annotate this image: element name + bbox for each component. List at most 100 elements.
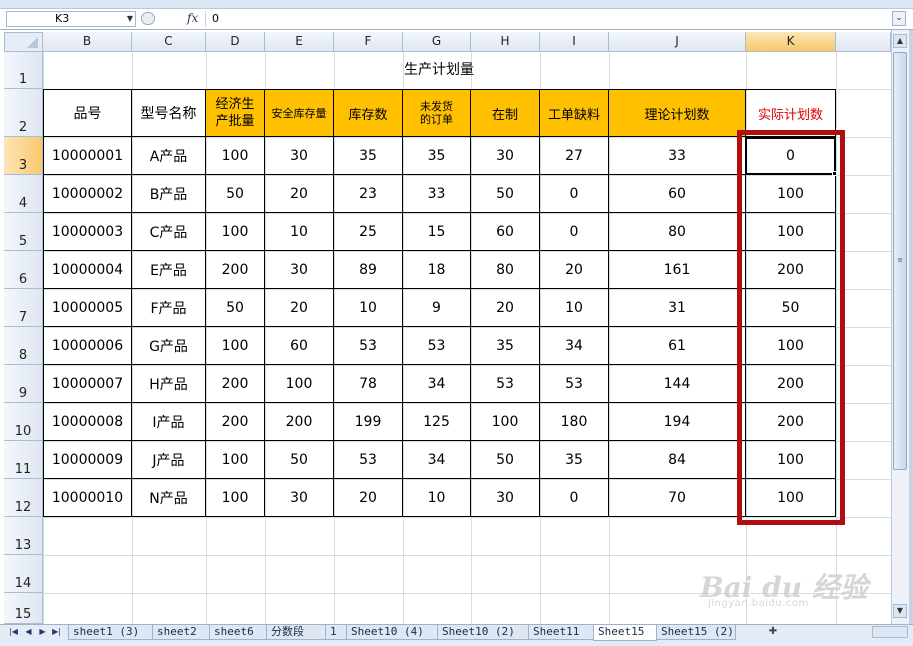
scroll-down-icon[interactable]: ▼ — [893, 604, 907, 618]
table-cell[interactable]: 33 — [609, 137, 746, 175]
table-cell[interactable]: 53 — [540, 365, 609, 403]
table-cell[interactable]: 23 — [334, 175, 403, 213]
table-cell[interactable]: 9 — [403, 289, 471, 327]
row-header-3[interactable]: 3 — [4, 137, 43, 175]
table-cell[interactable]: E产品 — [132, 251, 206, 289]
table-cell[interactable]: 100 — [265, 365, 334, 403]
row-header-10[interactable]: 10 — [4, 403, 43, 441]
table-cell[interactable]: 18 — [403, 251, 471, 289]
table-cell[interactable]: 50 — [206, 175, 265, 213]
table-cell[interactable]: 61 — [609, 327, 746, 365]
column-header-g[interactable]: G — [403, 32, 471, 52]
column-header-d[interactable]: D — [206, 32, 265, 52]
table-cell[interactable]: 15 — [403, 213, 471, 251]
table-cell[interactable]: 35 — [403, 137, 471, 175]
sheet-tab[interactable]: Sheet11 — [528, 625, 594, 640]
table-cell[interactable]: 199 — [334, 403, 403, 441]
header-eoq[interactable]: 经济生 产批量 — [206, 89, 265, 137]
table-cell[interactable]: 20 — [540, 251, 609, 289]
sheet-tab[interactable]: Sheet15 (2) — [656, 625, 736, 640]
header-in-process[interactable]: 在制 — [471, 89, 540, 137]
table-cell[interactable]: 100 — [206, 479, 265, 517]
table-cell[interactable]: 10 — [334, 289, 403, 327]
row-header-13[interactable]: 13 — [4, 517, 43, 555]
table-cell[interactable]: 100 — [206, 327, 265, 365]
prev-sheet-icon[interactable]: ◀ — [23, 626, 34, 638]
cancel-icon[interactable] — [141, 12, 155, 25]
table-cell[interactable]: F产品 — [132, 289, 206, 327]
sheet-tab[interactable]: Sheet15 — [593, 625, 657, 641]
row-header-4[interactable]: 4 — [4, 175, 43, 213]
table-cell[interactable]: 100 — [206, 213, 265, 251]
sheet-tab[interactable]: 1 — [325, 625, 347, 640]
column-header-e[interactable]: E — [265, 32, 334, 52]
table-cell[interactable]: 30 — [265, 251, 334, 289]
table-cell[interactable]: 10000007 — [43, 365, 132, 403]
table-cell[interactable]: 30 — [265, 137, 334, 175]
table-cell[interactable]: J产品 — [132, 441, 206, 479]
table-cell[interactable]: 10000006 — [43, 327, 132, 365]
table-cell[interactable]: 34 — [540, 327, 609, 365]
table-cell[interactable]: 34 — [403, 365, 471, 403]
column-header-k[interactable]: K — [746, 32, 836, 52]
row-header-8[interactable]: 8 — [4, 327, 43, 365]
name-box[interactable]: K3 ▼ — [6, 11, 136, 27]
sheet-tab[interactable]: Sheet10 (2) — [437, 625, 529, 640]
table-cell[interactable]: 70 — [609, 479, 746, 517]
sheet-tab[interactable]: sheet1 (3) — [68, 625, 153, 640]
table-cell[interactable]: 53 — [334, 441, 403, 479]
table-cell[interactable]: 200 — [265, 403, 334, 441]
table-cell[interactable]: 80 — [609, 213, 746, 251]
column-header-l[interactable] — [836, 32, 891, 52]
column-header-f[interactable]: F — [334, 32, 403, 52]
table-cell[interactable]: I产品 — [132, 403, 206, 441]
table-cell[interactable]: 100 — [206, 441, 265, 479]
insert-sheet-icon[interactable]: ✚ — [764, 625, 782, 640]
row-header-15[interactable]: 15 — [4, 593, 43, 624]
table-cell[interactable]: 20 — [334, 479, 403, 517]
table-cell[interactable]: 31 — [609, 289, 746, 327]
column-header-j[interactable]: J — [609, 32, 746, 52]
table-cell[interactable]: 89 — [334, 251, 403, 289]
table-cell[interactable]: 50 — [471, 441, 540, 479]
table-cell[interactable]: A产品 — [132, 137, 206, 175]
table-cell[interactable]: 194 — [609, 403, 746, 441]
table-cell[interactable]: 10000001 — [43, 137, 132, 175]
table-cell[interactable]: 10000003 — [43, 213, 132, 251]
table-cell[interactable]: 30 — [265, 479, 334, 517]
table-cell[interactable]: 25 — [334, 213, 403, 251]
table-cell[interactable]: N产品 — [132, 479, 206, 517]
table-cell[interactable]: 53 — [471, 365, 540, 403]
header-model[interactable]: 型号名称 — [132, 89, 206, 137]
table-cell[interactable]: 0 — [540, 213, 609, 251]
table-cell[interactable]: 161 — [609, 251, 746, 289]
table-cell[interactable]: 10000009 — [43, 441, 132, 479]
table-cell[interactable]: 180 — [540, 403, 609, 441]
header-safety-stock[interactable]: 安全库存量 — [265, 89, 334, 137]
table-cell[interactable]: 34 — [403, 441, 471, 479]
table-cell[interactable]: 200 — [206, 403, 265, 441]
table-cell[interactable]: 200 — [206, 251, 265, 289]
table-cell[interactable]: 10 — [403, 479, 471, 517]
table-cell[interactable]: 200 — [206, 365, 265, 403]
table-cell[interactable]: 50 — [265, 441, 334, 479]
table-cell[interactable]: C产品 — [132, 213, 206, 251]
table-cell[interactable]: 10 — [540, 289, 609, 327]
header-theoretical[interactable]: 理论计划数 — [609, 89, 746, 137]
header-inventory[interactable]: 库存数 — [334, 89, 403, 137]
table-cell[interactable]: 60 — [265, 327, 334, 365]
header-unshipped[interactable]: 未发货 的订单 — [403, 89, 471, 137]
last-sheet-icon[interactable]: ▶| — [51, 626, 62, 638]
table-cell[interactable]: 10000004 — [43, 251, 132, 289]
table-cell[interactable]: 30 — [471, 137, 540, 175]
table-cell[interactable]: 10000010 — [43, 479, 132, 517]
sheet-tab[interactable]: sheet6 — [209, 625, 267, 640]
table-cell[interactable]: 0 — [540, 175, 609, 213]
table-cell[interactable]: 20 — [265, 289, 334, 327]
table-cell[interactable]: 10000008 — [43, 403, 132, 441]
sheet-tab[interactable]: sheet2 — [152, 625, 210, 640]
chevron-down-icon[interactable]: ▼ — [127, 12, 133, 26]
table-cell[interactable]: 20 — [471, 289, 540, 327]
header-part-no[interactable]: 品号 — [43, 89, 132, 137]
table-cell[interactable]: 84 — [609, 441, 746, 479]
